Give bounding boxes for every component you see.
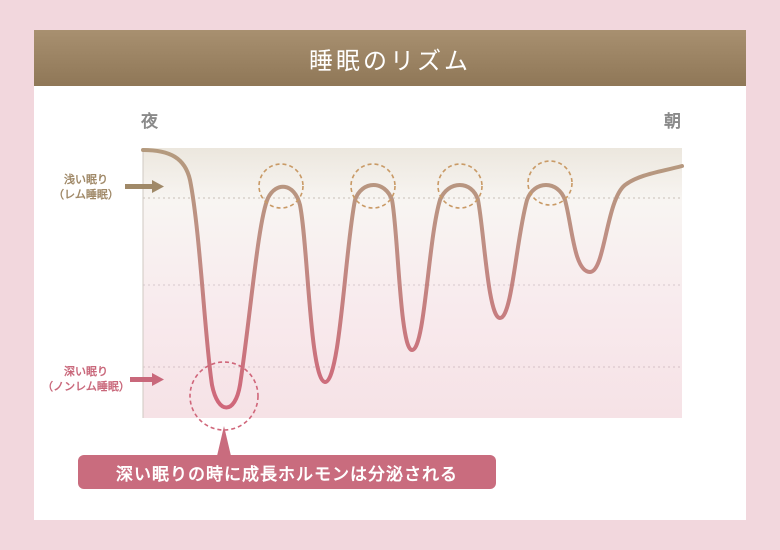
callout-pointer xyxy=(217,426,231,456)
plot-background xyxy=(143,148,682,418)
growth-hormone-callout: 深い眠りの時に成長ホルモンは分泌される xyxy=(78,455,496,489)
